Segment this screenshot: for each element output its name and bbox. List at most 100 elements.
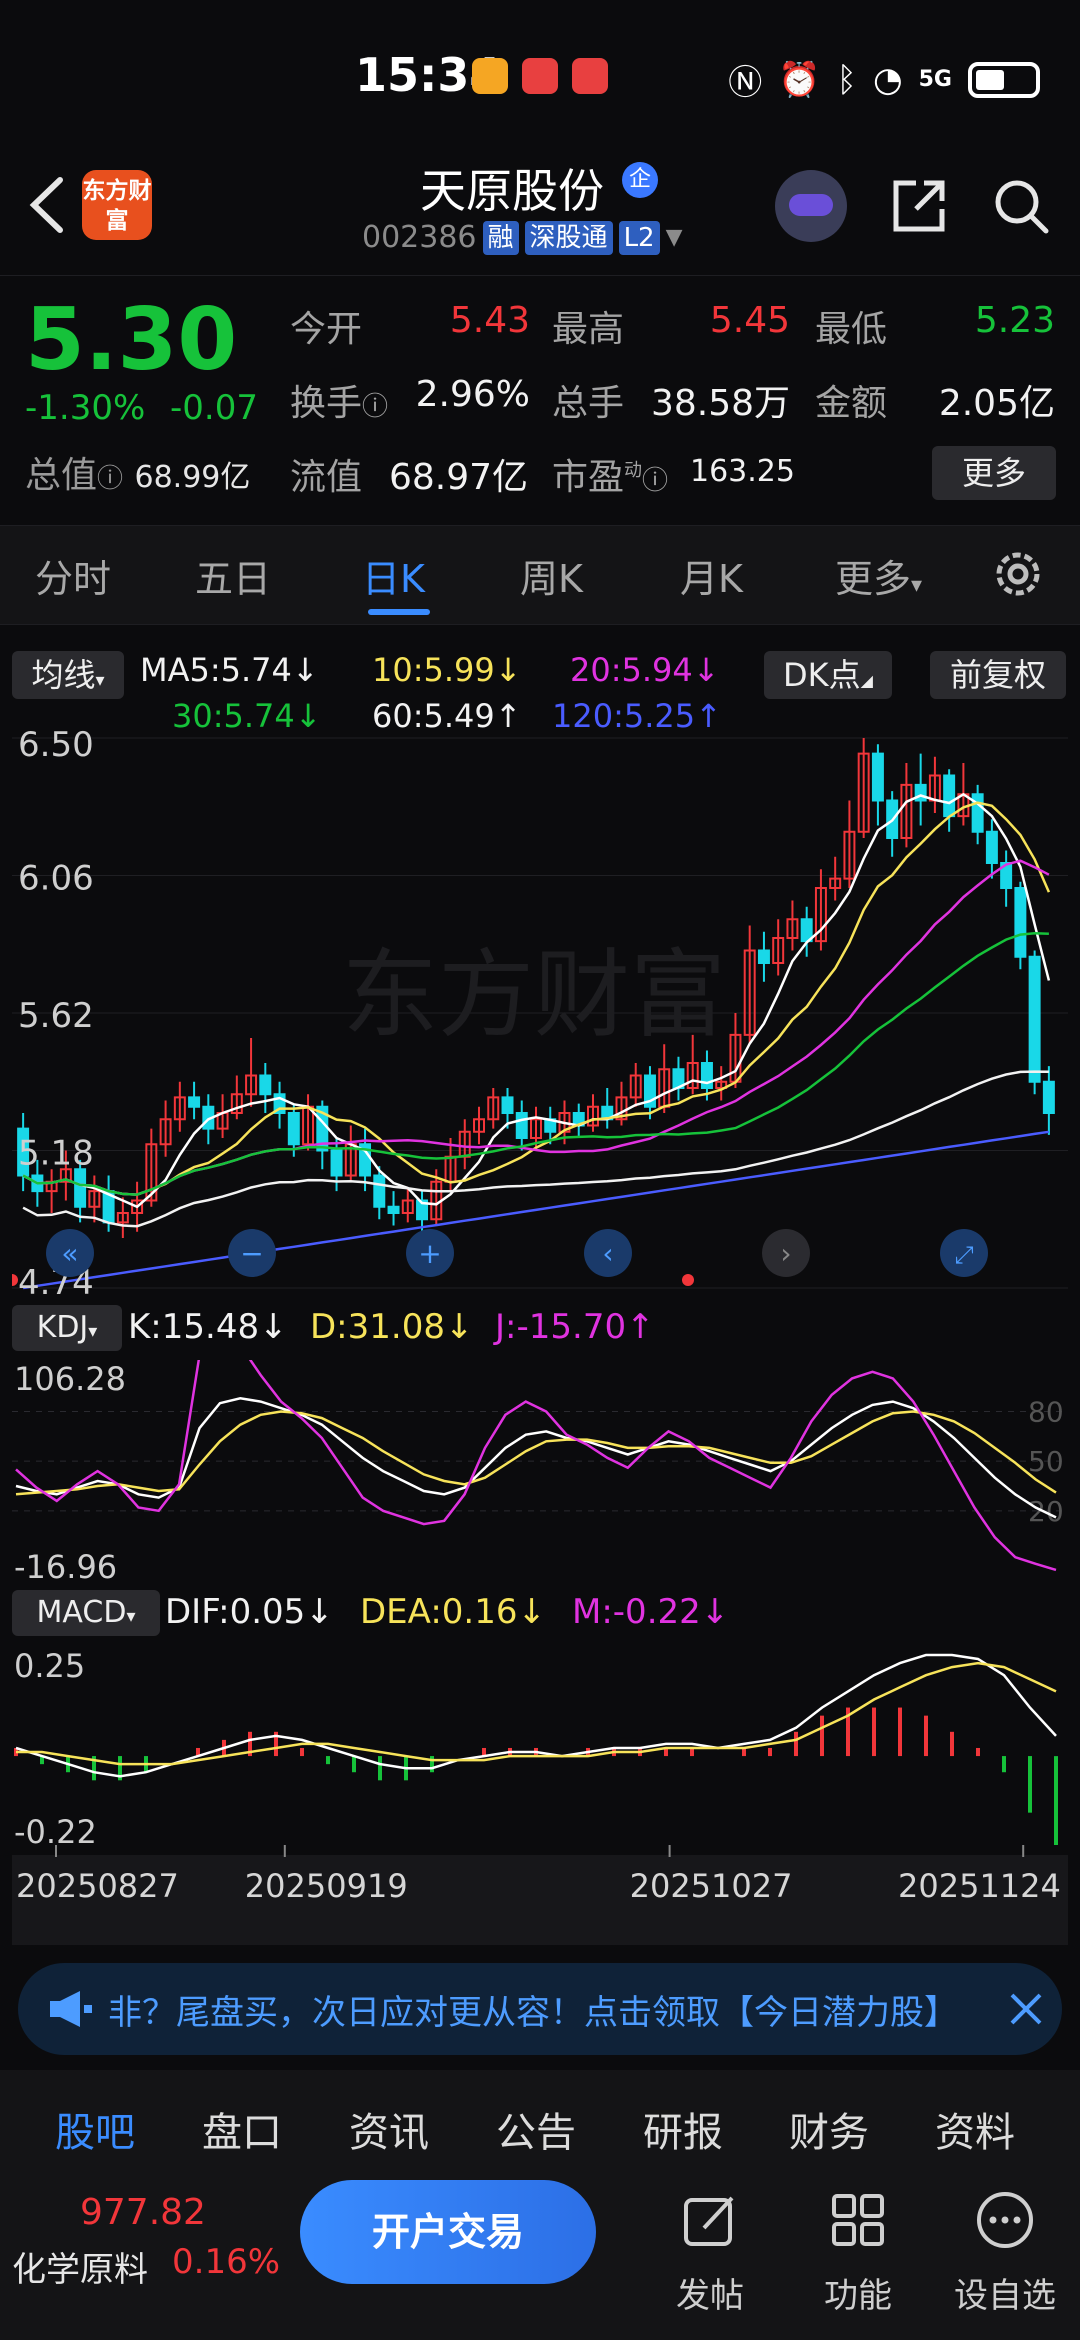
zoom-out-icon: −: [240, 1237, 263, 1270]
info-icon[interactable]: ⓘ: [362, 392, 388, 422]
stock-name: 天原股份: [420, 164, 604, 218]
tab-five-day[interactable]: 五日: [195, 548, 271, 603]
kdj-d-label: D:31.08↓: [310, 1307, 474, 1347]
tab-intraday[interactable]: 分时: [35, 548, 111, 603]
tab-daily-k[interactable]: 日K: [362, 548, 425, 603]
active-tab-indicator: [368, 609, 430, 615]
x-tick-label: 20251124: [898, 1867, 1061, 1905]
kdj-y-max: 106.28: [14, 1360, 126, 1398]
add-watchlist-button[interactable]: 设自选: [950, 2180, 1060, 2330]
candle: [757, 949, 770, 964]
back-arrow-icon[interactable]: [22, 170, 72, 240]
footer-bar: 977.82 化学原料 0.16% 开户交易 发帖 功能 设自选: [0, 2180, 1080, 2340]
sector-name[interactable]: 化学原料: [12, 2242, 148, 2291]
share-icon[interactable]: [888, 175, 950, 237]
close-icon[interactable]: [1006, 1989, 1046, 2029]
kdj-chart[interactable]: 805020106.28-16.96: [12, 1360, 1068, 1580]
period-tabs: 分时 五日 日K 周K 月K 更多▾: [0, 525, 1080, 625]
assistant-robot-icon[interactable]: [775, 170, 847, 242]
wifi-icon: ◔: [872, 59, 903, 100]
info-icon[interactable]: ⓘ: [642, 466, 668, 496]
ma20-label: 20:5.94↓: [570, 651, 720, 689]
kdj-bg: [12, 1360, 1068, 1580]
marker-dot: [682, 1274, 694, 1286]
low-value: 5.23: [974, 300, 1055, 341]
app-notification-icon: [472, 58, 508, 94]
nfc-icon: Ⓝ: [728, 63, 763, 103]
l2-tag: L2: [618, 220, 660, 255]
turnover-value: 2.96%: [415, 374, 530, 415]
sector-change: 0.16%: [172, 2242, 281, 2282]
x-tick-label: 20251027: [630, 1867, 793, 1905]
kdj-y-min: -16.96: [14, 1548, 117, 1580]
system-icons: Ⓝ ⏰ ᛒ ◔ 5G: [728, 55, 1040, 104]
promo-banner[interactable]: 非？尾盘买，次日应对更从容！点击领取【今日潜力股】: [18, 1963, 1062, 2055]
more-button[interactable]: 更多: [932, 446, 1056, 500]
tab-order-book[interactable]: 盘口: [202, 2100, 282, 2158]
kdj-k-label: K:15.48↓: [128, 1307, 288, 1347]
macd-legend: MACD▾ DIF:0.05↓ DEA:0.16↓ M:-0.22↓: [0, 1590, 1080, 1640]
info-icon[interactable]: ⓘ: [97, 464, 123, 494]
tab-financials[interactable]: 财务: [789, 2100, 869, 2158]
status-bar: 15:34 Ⓝ ⏰ ᛒ ◔ 5G: [0, 0, 1080, 150]
y-tick-label: 6.50: [18, 728, 94, 765]
open-account-trade-button[interactable]: 开户交易: [300, 2180, 596, 2284]
kdj-selector[interactable]: KDJ▾: [12, 1305, 122, 1351]
y-tick-label: 5.18: [18, 1134, 94, 1174]
tab-profile[interactable]: 资料: [935, 2100, 1015, 2158]
tab-monthly-k[interactable]: 月K: [680, 548, 743, 603]
candle: [1014, 887, 1027, 958]
candle: [871, 752, 884, 802]
more-dots-icon: [977, 2192, 1033, 2248]
tab-guba[interactable]: 股吧: [55, 2100, 135, 2158]
watermark: 东方财富: [342, 939, 726, 1051]
settings-gear-icon[interactable]: [990, 546, 1046, 602]
candle: [259, 1074, 272, 1096]
candle: [1042, 1080, 1055, 1114]
function-label: 功能: [824, 2276, 892, 2316]
huawei-icon: [522, 58, 558, 94]
amount-label: 金额: [815, 383, 888, 424]
dk-point-button[interactable]: DK点◢: [764, 651, 892, 699]
adjust-button[interactable]: 前复权: [930, 651, 1066, 699]
chevron-down-icon[interactable]: ▼: [666, 225, 683, 250]
post-button[interactable]: 发帖: [655, 2180, 765, 2330]
tab-more[interactable]: 更多▾: [835, 548, 922, 603]
pe-value: 163.25: [690, 454, 795, 489]
y-tick-label: 6.06: [18, 859, 94, 899]
macd-dea-label: DEA:0.16↓: [360, 1592, 546, 1632]
sector-index-value[interactable]: 977.82: [80, 2192, 206, 2233]
banner-text: 非？尾盘买，次日应对更从容！点击领取【今日潜力股】: [108, 1993, 958, 2033]
volume-label: 总手: [552, 383, 625, 424]
tab-research[interactable]: 研报: [643, 2100, 723, 2158]
kline-chart[interactable]: 东方财富 6.506.065.625.184.74 « − + ‹ › ⤢: [12, 728, 1068, 1298]
macd-selector[interactable]: MACD▾: [12, 1590, 160, 1636]
candle: [501, 1096, 514, 1114]
y-tick-label: 5.62: [18, 996, 94, 1036]
tab-announcements[interactable]: 公告: [496, 2100, 576, 2158]
function-button[interactable]: 功能: [803, 2180, 913, 2330]
candle: [515, 1112, 528, 1139]
macd-chart[interactable]: 0.25-0.2220250827 20250919 20251027 2025112…: [12, 1645, 1068, 1945]
margin-tag: 融: [482, 220, 519, 255]
candle: [943, 774, 956, 818]
post-label: 发帖: [676, 2276, 744, 2316]
tab-weekly-k[interactable]: 周K: [520, 548, 583, 603]
candle: [74, 1168, 87, 1208]
macd-dif-label: DIF:0.05↓: [165, 1592, 334, 1632]
current-price: 5.30: [25, 290, 238, 390]
tab-news[interactable]: 资讯: [349, 2100, 429, 2158]
x-tick-label: 20250827: [16, 1867, 179, 1905]
ma-legend: 均线▾ MA5:5.74↓ 10:5.99↓ 20:5.94↓ 30:5.74↓…: [0, 645, 1080, 735]
macd-y-max: 0.25: [14, 1647, 85, 1685]
notification-icons: [472, 58, 608, 94]
ma-selector[interactable]: 均线▾: [12, 651, 124, 699]
market-cap: 总值ⓘ 68.99亿: [25, 446, 250, 498]
edit-icon: [684, 2196, 734, 2246]
search-icon[interactable]: [990, 175, 1052, 237]
content-tabs: 股吧 盘口 资讯 公告 研报 财务 资料: [0, 2070, 1080, 2180]
kdj-legend: KDJ▾ K:15.48↓ D:31.08↓ J:-15.70↑: [0, 1305, 1080, 1355]
app-logo: 东方财富: [82, 170, 152, 240]
bluetooth-icon: ᛒ: [836, 59, 857, 100]
watchlist-label: 设自选: [954, 2276, 1056, 2316]
